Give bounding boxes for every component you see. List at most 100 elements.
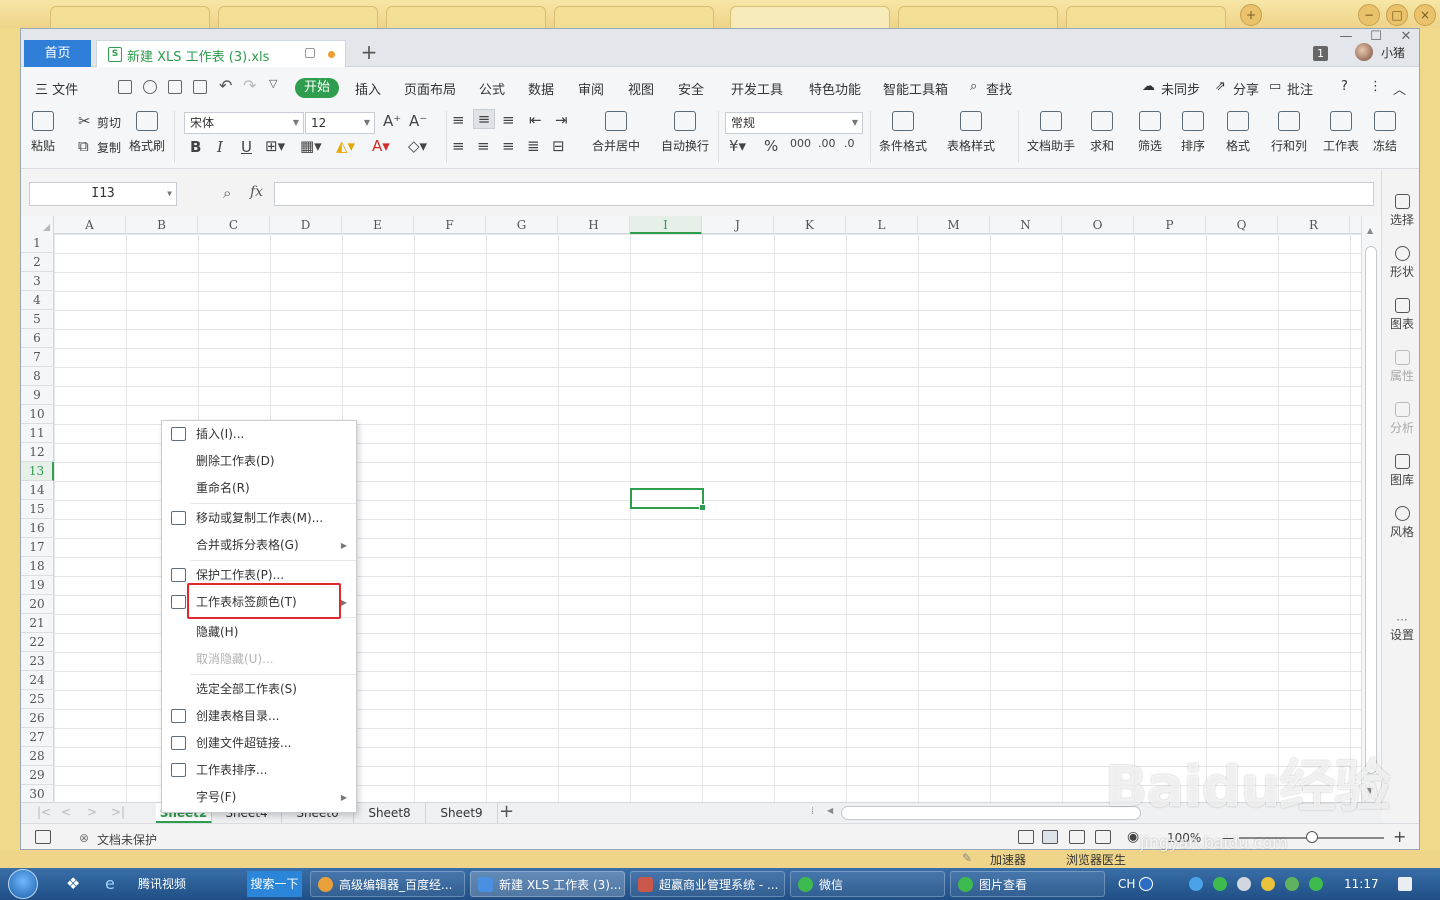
column-header[interactable]: A — [54, 216, 126, 234]
tab-smart-toolbox[interactable]: 智能工具箱 — [883, 79, 948, 98]
share-icon[interactable]: ⇗ — [1215, 79, 1226, 94]
side-property-button[interactable]: 属性 — [1382, 350, 1419, 384]
column-header[interactable]: P — [1134, 216, 1206, 234]
thousands-icon[interactable]: 000 — [790, 137, 811, 150]
taskbar-item-image-viewer[interactable]: 图片查看 — [950, 871, 1105, 897]
justify-icon[interactable]: ≣ — [527, 137, 540, 155]
row-header[interactable]: 27 — [21, 728, 54, 747]
font-name-select[interactable]: 宋体 ▼ — [184, 112, 304, 134]
row-header[interactable]: 16 — [21, 519, 54, 538]
indent-decrease-icon[interactable]: ⇤ — [529, 111, 542, 129]
accelerator-label[interactable]: 加速器 — [990, 851, 1026, 868]
row-header[interactable]: 7 — [21, 348, 54, 367]
column-header[interactable]: O — [1062, 216, 1134, 234]
insert-function-button[interactable]: fx — [250, 184, 263, 200]
menu-item-select-all-sheets[interactable]: 选定全部工作表(S) — [162, 676, 356, 703]
wechat-tray-icon[interactable] — [1213, 877, 1227, 891]
menu-item-merge-split[interactable]: 合并或拆分表格(G) ▶ — [162, 532, 356, 559]
prev-sheet-icon[interactable]: < — [61, 805, 71, 819]
wrap-text-button[interactable]: 自动换行 — [661, 111, 709, 154]
number-format-select[interactable]: 常规 ▼ — [725, 112, 863, 134]
formula-input[interactable] — [274, 182, 1374, 206]
column-header[interactable]: M — [918, 216, 990, 234]
row-header[interactable]: 11 — [21, 424, 54, 443]
align-bottom-icon[interactable]: ≡ — [502, 111, 515, 129]
zoom-in-button[interactable]: + — [1393, 827, 1406, 846]
browser-minimize-icon[interactable]: − — [1358, 4, 1380, 26]
avatar[interactable] — [1355, 43, 1373, 61]
save-icon[interactable] — [118, 80, 132, 94]
column-header[interactable]: Q — [1206, 216, 1278, 234]
start-button[interactable] — [8, 869, 38, 899]
tab-formula[interactable]: 公式 — [479, 79, 505, 98]
export-pdf-icon[interactable] — [143, 80, 157, 94]
minimize-button[interactable]: — — [1331, 29, 1361, 47]
side-select-button[interactable]: 选择 — [1382, 194, 1419, 228]
row-header[interactable]: 20 — [21, 595, 54, 614]
volume-tray-icon[interactable] — [1237, 877, 1251, 891]
decrease-decimal-icon[interactable]: .0 — [844, 137, 855, 150]
conditional-format-button[interactable]: 条件格式 — [879, 111, 927, 154]
column-header[interactable]: F — [414, 216, 486, 234]
browser-tab[interactable] — [1066, 6, 1226, 28]
sort-button[interactable]: 排序 — [1181, 111, 1205, 154]
row-header[interactable]: 22 — [21, 633, 54, 652]
tab-special[interactable]: 特色功能 — [809, 79, 861, 98]
row-header[interactable]: 9 — [21, 386, 54, 405]
row-header[interactable]: 29 — [21, 766, 54, 785]
vertical-scrollbar[interactable]: ▲ ▼ — [1361, 216, 1381, 802]
row-header[interactable]: 2 — [21, 253, 54, 272]
row-header[interactable]: 24 — [21, 671, 54, 690]
row-header[interactable]: 23 — [21, 652, 54, 671]
comment-icon[interactable]: ▭ — [1269, 79, 1281, 94]
indent-increase-icon[interactable]: ⇥ — [555, 111, 568, 129]
copy-button[interactable]: 复制 — [97, 139, 121, 156]
tab-start[interactable]: 开始 — [295, 78, 339, 98]
fullscreen-icon[interactable] — [1018, 830, 1034, 844]
menu-item-hide[interactable]: 隐藏(H) — [162, 619, 356, 646]
align-right-icon[interactable]: ≡ — [502, 137, 515, 155]
screen-icon[interactable] — [35, 830, 51, 844]
menu-item-insert[interactable]: 插入(I)... — [162, 421, 356, 448]
row-header[interactable]: 18 — [21, 557, 54, 576]
next-sheet-icon[interactable]: > — [87, 805, 97, 819]
taskbar-item-wps[interactable]: 新建 XLS 工作表 (3)... — [470, 871, 625, 897]
row-header[interactable]: 8 — [21, 367, 54, 386]
notification-icon[interactable] — [1398, 877, 1412, 891]
shield-tray-icon[interactable] — [1285, 877, 1299, 891]
search-icon[interactable]: ⌕ — [970, 79, 977, 94]
tab-insert[interactable]: 插入 — [355, 79, 381, 98]
browser-tab[interactable] — [554, 6, 714, 28]
row-header[interactable]: 3 — [21, 272, 54, 291]
document-tab[interactable]: S 新建 XLS 工作表 (3).xls — [96, 40, 346, 67]
column-header[interactable]: I — [630, 216, 702, 234]
sum-button[interactable]: 求和 — [1090, 111, 1114, 154]
align-middle-icon[interactable]: ≡ — [473, 109, 495, 129]
column-header[interactable]: G — [486, 216, 558, 234]
side-style-button[interactable]: 风格 — [1382, 506, 1419, 540]
column-header[interactable]: R — [1278, 216, 1350, 234]
menu-item-table-directory[interactable]: 创建表格目录... — [162, 703, 356, 730]
browser-restore-icon[interactable]: □ — [1386, 4, 1408, 26]
taskbar-item-wechat[interactable]: 微信 — [790, 871, 945, 897]
tab-security[interactable]: 安全 — [678, 79, 704, 98]
table-style-button[interactable]: 表格样式 — [947, 111, 995, 154]
tab-developer[interactable]: 开发工具 — [731, 79, 783, 98]
menu-item-file-hyperlink[interactable]: 创建文件超链接... — [162, 730, 356, 757]
row-col-button[interactable]: 行和列 — [1271, 111, 1307, 154]
undo-icon[interactable]: ↶ — [219, 76, 232, 95]
cloud-sync-icon[interactable]: ☁ — [1142, 79, 1155, 94]
row-header[interactable]: 4 — [21, 291, 54, 310]
more-icon[interactable]: ⋮ — [1369, 79, 1382, 94]
new-tab-button[interactable]: + — [358, 41, 380, 63]
comment-button[interactable]: 批注 — [1287, 79, 1313, 98]
format-painter-button[interactable]: 格式刷 — [129, 111, 165, 154]
row-header[interactable]: 25 — [21, 690, 54, 709]
menu-item-sort-sheets[interactable]: 工作表排序... — [162, 757, 356, 784]
row-header[interactable]: 5 — [21, 310, 54, 329]
security-tray-icon[interactable] — [1261, 877, 1275, 891]
taskbar-item-business[interactable]: 超赢商业管理系统 - ... — [630, 871, 785, 897]
browser-tab[interactable] — [386, 6, 546, 28]
normal-view-icon[interactable] — [1042, 830, 1058, 844]
accelerator-icon[interactable]: ✎ — [962, 851, 972, 865]
